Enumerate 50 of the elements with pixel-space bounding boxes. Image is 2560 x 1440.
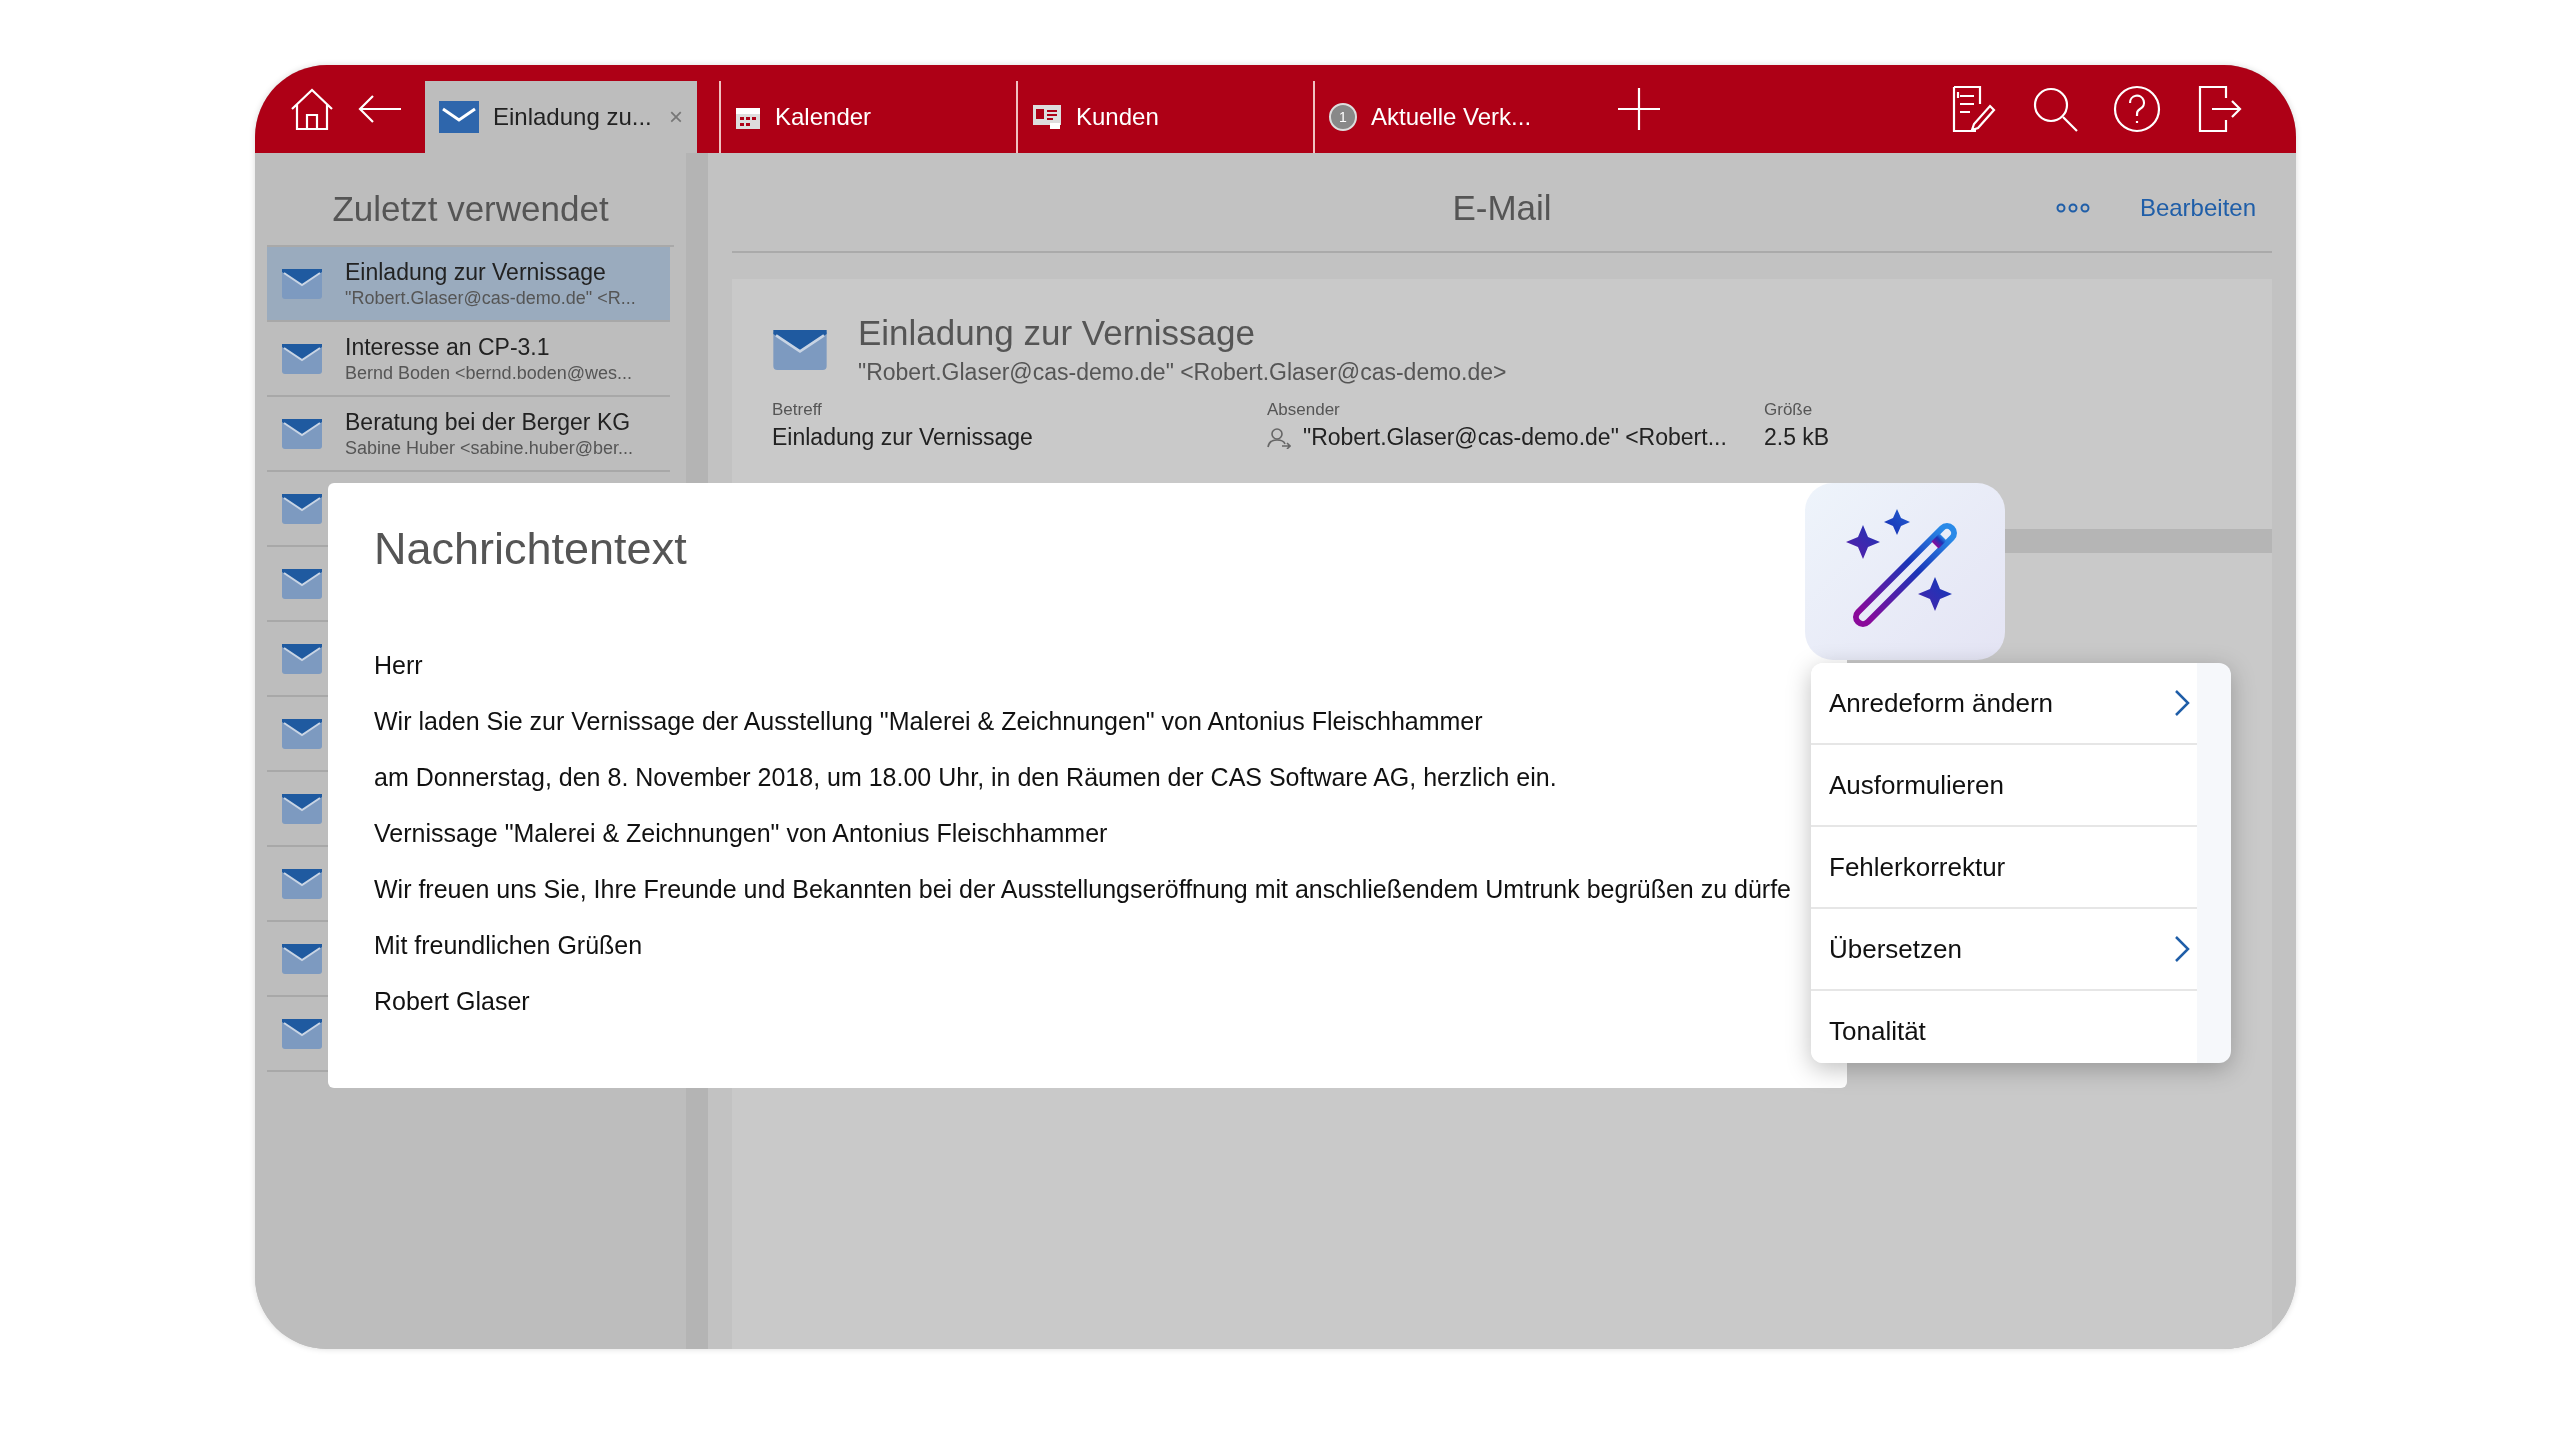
mail-icon — [281, 791, 323, 826]
count-badge: 1 — [1329, 103, 1357, 131]
field-value: Einladung zur Vernissage — [772, 424, 1033, 451]
menu-item[interactable]: Anredeform ändern — [1811, 663, 2197, 745]
mail-icon — [281, 266, 323, 301]
item-sender: "Robert.Glaser@cas-demo.de" <R... — [345, 287, 636, 309]
menu-item[interactable]: Übersetzen — [1811, 909, 2197, 991]
message-line: am Donnerstag, den 8. November 2018, um 18.00 Uhr, in den Räumen der CAS Software AG, herzlich ein. — [374, 763, 1557, 792]
message-line: Wir laden Sie zur Vernissage der Ausstellung "Malerei & Zeichnungen" von Antonius Fleischhammer — [374, 707, 1483, 736]
item-title: Interesse an CP-3.1 — [345, 333, 551, 361]
edit-link[interactable]: Bearbeiten — [2139, 194, 2256, 222]
mail-icon — [281, 1016, 323, 1051]
field-label: Betreff — [772, 400, 823, 420]
mail-icon — [439, 101, 479, 133]
recent-item[interactable]: Beratung bei der Berger KG Sabine Huber <sabine.huber@ber... — [267, 397, 670, 472]
recent-item[interactable]: Einladung zur Vernissage "Robert.Glaser@cas-demo.de" <R... — [267, 247, 670, 322]
field-value: "Robert.Glaser@cas-demo.de" <Robert... — [1303, 424, 1727, 451]
mail-icon — [281, 866, 323, 901]
tab[interactable]: Einladung zu... × — [425, 81, 697, 153]
item-sender: Sabine Huber <sabine.huber@ber... — [345, 437, 633, 459]
email-subject-title: Einladung zur Vernissage — [858, 313, 1256, 353]
recent-item[interactable]: Interesse an CP-3.1 Bernd Boden <bernd.boden@wes... — [267, 322, 670, 397]
mail-icon — [281, 491, 323, 526]
mail-icon — [281, 641, 323, 676]
menu-item[interactable]: Tonalität — [1811, 991, 2197, 1063]
item-sender: Bernd Boden <bernd.boden@wes... — [345, 362, 632, 384]
menu-item[interactable]: Fehlerkorrektur — [1811, 827, 2197, 909]
email-sender: "Robert.Glaser@cas-demo.de" <Robert.Glaser@cas-demo.de> — [858, 359, 1507, 386]
mail-icon — [281, 941, 323, 976]
message-line: Robert Glaser — [374, 987, 530, 1016]
mail-icon — [281, 341, 323, 376]
field-value: 2.5 kB — [1764, 424, 1830, 451]
field-label: Größe — [1764, 400, 1814, 420]
item-title: Beratung bei der Berger KG — [345, 408, 632, 436]
message-line: Vernissage "Malerei & Zeichnungen" von Antonius Fleischhammer — [374, 819, 1108, 848]
message-line: Wir freuen uns Sie, Ihre Freunde und Bekannten bei der Ausstellungseröffnung mit anschließendem Umtrunk begrüßen zu dürfe — [374, 875, 1791, 904]
item-title: Einladung zur Vernissage — [345, 258, 607, 286]
mail-icon — [281, 716, 323, 751]
dialog-title: Nachrichtentext — [374, 523, 688, 575]
mail-icon — [281, 416, 323, 451]
person-icon — [1267, 426, 1291, 449]
menu-item[interactable]: Ausformulieren — [1811, 745, 2197, 827]
more-icon[interactable] — [2055, 203, 2090, 213]
field-label: Absender — [1267, 400, 1341, 420]
ai-assistant-button[interactable] — [1805, 483, 2005, 660]
contact-card-icon — [1032, 104, 1062, 130]
message-line: Mit freundlichen Grüßen — [374, 931, 643, 960]
mail-icon — [281, 566, 323, 601]
pane-title: E-Mail — [1452, 188, 1552, 228]
message-line: Herr — [374, 651, 423, 680]
